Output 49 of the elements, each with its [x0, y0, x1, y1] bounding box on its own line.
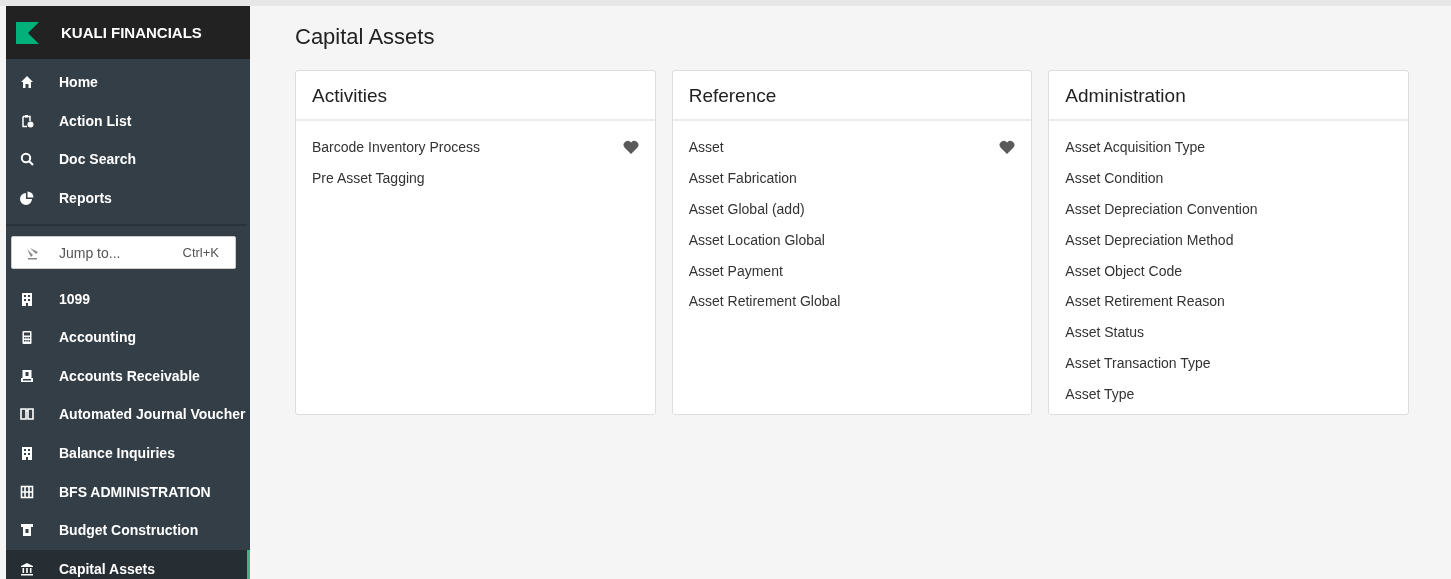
menu-link[interactable]: Asset Type — [1065, 385, 1135, 402]
sidebar-item[interactable]: BFS ADMINISTRATION — [6, 472, 250, 511]
menu-link[interactable]: Barcode Inventory Process — [312, 139, 481, 156]
menu-link[interactable]: Asset Retirement Global — [688, 293, 841, 310]
card-title: Administration — [1049, 71, 1408, 121]
building-icon — [20, 446, 34, 461]
sidebar-item[interactable]: Automated Journal Voucher — [6, 395, 250, 434]
menu-link[interactable]: Asset Depreciation Convention — [1065, 201, 1258, 217]
home-icon — [20, 75, 34, 90]
pie-chart-icon — [20, 191, 34, 206]
building-icon — [20, 291, 34, 306]
menu-link[interactable]: Asset Retirement Reason — [1065, 293, 1225, 310]
heart-icon[interactable] — [999, 140, 1016, 155]
calculator-icon — [20, 330, 34, 345]
menu-link[interactable]: Asset — [688, 139, 724, 156]
logo-icon — [16, 21, 39, 44]
card-title: Reference — [672, 71, 1032, 121]
sidebar-item[interactable]: Budget Construction — [6, 510, 250, 550]
sidebar-item[interactable]: Reports — [6, 178, 247, 218]
menu-link[interactable]: Asset Fabrication — [688, 170, 797, 187]
menu-link[interactable]: Asset Global (add) — [688, 201, 805, 217]
sidebar-item[interactable]: Home — [6, 63, 247, 102]
sidebar-item[interactable]: Doc Search — [6, 140, 247, 179]
menu-link[interactable]: Asset Payment — [688, 262, 783, 279]
grid-icon — [20, 484, 34, 499]
menu-link[interactable]: Asset Depreciation Method — [1065, 231, 1234, 248]
app-title: KUALI FINANCIALS — [61, 24, 202, 41]
menu-link[interactable]: Asset Object Code — [1065, 262, 1183, 279]
menu-link[interactable]: Asset Status — [1065, 324, 1144, 341]
shortcut-hint: Ctrl+K — [182, 245, 219, 261]
sidebar-item[interactable]: Accounts Receivable — [6, 356, 250, 396]
menu-link[interactable]: Asset Condition — [1065, 170, 1164, 187]
clipboard-icon — [20, 113, 34, 128]
heart-icon[interactable] — [622, 140, 639, 155]
book-icon — [20, 407, 34, 422]
sidebar-item[interactable]: Action List — [6, 101, 247, 141]
menu-link[interactable]: Asset Location Global — [688, 231, 825, 248]
sidebar-item[interactable]: Accounting — [6, 317, 250, 357]
card-title: Activities — [296, 71, 655, 121]
menu-link[interactable]: Pre Asset Tagging — [312, 170, 425, 187]
sidebar-item[interactable]: Capital Assets — [6, 549, 250, 579]
sidebar-item[interactable]: 1099 — [6, 279, 250, 318]
cash-register-icon — [20, 368, 34, 383]
menu-link[interactable]: Asset Acquisition Type — [1065, 139, 1206, 156]
page-title: Capital Assets — [295, 24, 436, 51]
menu-link[interactable]: Asset Transaction Type — [1065, 354, 1211, 371]
bank-icon — [20, 561, 34, 576]
search-icon — [20, 152, 34, 167]
sidebar-item[interactable]: Balance Inquiries — [6, 433, 250, 473]
